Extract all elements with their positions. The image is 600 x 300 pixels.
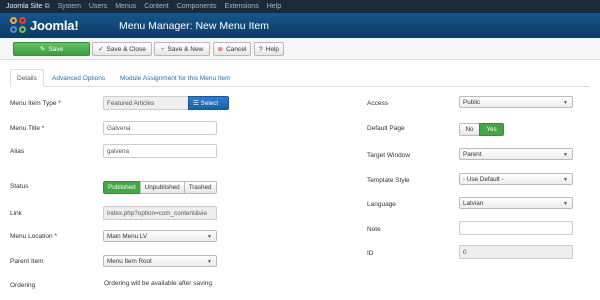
status-trashed-button[interactable]: Trashed [183,181,217,194]
plus-icon: + [160,45,165,53]
link-field: index.php?option=com_content&vie [103,206,217,220]
tab-bar: Details Advanced Options Module Assignme… [10,69,590,87]
menu-location-select[interactable]: Main Menu LV ▼ [103,230,217,242]
check-icon: ✓ [98,46,104,53]
cancel-icon: ⊗ [217,46,224,53]
joomla-mark-icon [10,16,28,35]
access-label: Access [367,100,388,107]
logo-text: Joomla! [30,18,79,33]
menu-content[interactable]: Content [144,3,169,10]
default-page-yes-button[interactable]: Yes [479,123,504,136]
target-window-select[interactable]: Parent ▼ [459,148,573,160]
site-link[interactable]: Joomla Site ⧉ [6,3,50,11]
dropdown-arrow-icon: ▼ [563,100,568,106]
save-close-button[interactable]: ✓ Save & Close [92,42,152,56]
template-style-select[interactable]: - Use Default - ▼ [459,173,573,185]
template-style-label: Template Style [367,177,410,184]
dropdown-arrow-icon: ▼ [563,152,568,158]
help-button[interactable]: ? Help [254,42,284,56]
edit-icon: ✎ [39,46,46,53]
menu-title-label: Menu Title * [10,125,45,132]
save-button[interactable]: ✎ Save [13,42,90,56]
status-published-button[interactable]: Published [103,181,141,194]
alias-label: Alias [10,148,25,155]
dropdown-arrow-icon: ▼ [207,259,212,265]
menu-extensions[interactable]: Extensions [224,3,258,10]
parent-item-label: Parent Item [10,258,44,265]
page-header: Joomla! Menu Manager: New Menu Item [0,13,600,38]
default-page-no-button[interactable]: No [459,123,480,136]
parent-item-select[interactable]: Menu Item Root ▼ [103,255,217,267]
note-input[interactable] [459,221,573,235]
menu-title-input[interactable]: Galvena [103,121,217,135]
tab-advanced-options[interactable]: Advanced Options [46,69,111,87]
dropdown-arrow-icon: ▼ [563,201,568,207]
save-new-button[interactable]: + Save & New [154,42,210,56]
menu-item-type-label: Menu Item Type * [10,100,61,107]
note-label: Note [367,226,381,233]
id-field: 0 [459,245,573,259]
id-label: ID [367,250,374,257]
default-page-label: Default Page [367,125,405,132]
menu-system[interactable]: System [58,3,81,10]
admin-top-bar: Joomla Site ⧉ System Users Menus Content … [0,0,600,13]
language-select[interactable]: Latvian ▼ [459,197,573,209]
help-icon: ? [259,45,263,53]
menu-components[interactable]: Components [177,3,217,10]
menu-help[interactable]: Help [267,3,281,10]
default-page-toggle: No Yes [459,123,504,136]
status-label: Status [10,183,29,190]
target-window-label: Target Window [367,152,410,159]
cancel-button[interactable]: ⊗ Cancel [213,42,251,56]
dropdown-arrow-icon: ▼ [207,234,212,240]
external-link-icon: ⧉ [44,2,50,10]
menu-item-type-field: Featured Articles [103,96,189,110]
menu-menus[interactable]: Menus [115,3,136,10]
access-select[interactable]: Public ▼ [459,96,573,108]
dropdown-arrow-icon: ▼ [563,177,568,183]
menu-location-label: Menu Location * [10,233,57,240]
tab-module-assignment[interactable]: Module Assignment for this Menu Item [114,69,237,87]
status-toggle-group: Published Unpublished Trashed [103,181,217,194]
toolbar: ✎ Save ✓ Save & Close + Save & New ⊗ Cancel … [0,38,600,60]
list-icon: ☰ [193,99,199,107]
tab-details[interactable]: Details [10,69,44,87]
select-type-button[interactable]: ☰ Select [188,96,229,110]
language-label: Language [367,201,396,208]
ordering-label: Ordering [10,282,36,289]
alias-input[interactable]: galvena [103,144,217,158]
joomla-logo[interactable]: Joomla! [10,16,115,35]
page-title: Menu Manager: New Menu Item [119,19,269,32]
menu-users[interactable]: Users [89,3,107,10]
link-label: Link [10,210,22,217]
status-unpublished-button[interactable]: Unpublished [139,181,185,194]
ordering-text: Ordering will be available after saving [104,280,213,287]
